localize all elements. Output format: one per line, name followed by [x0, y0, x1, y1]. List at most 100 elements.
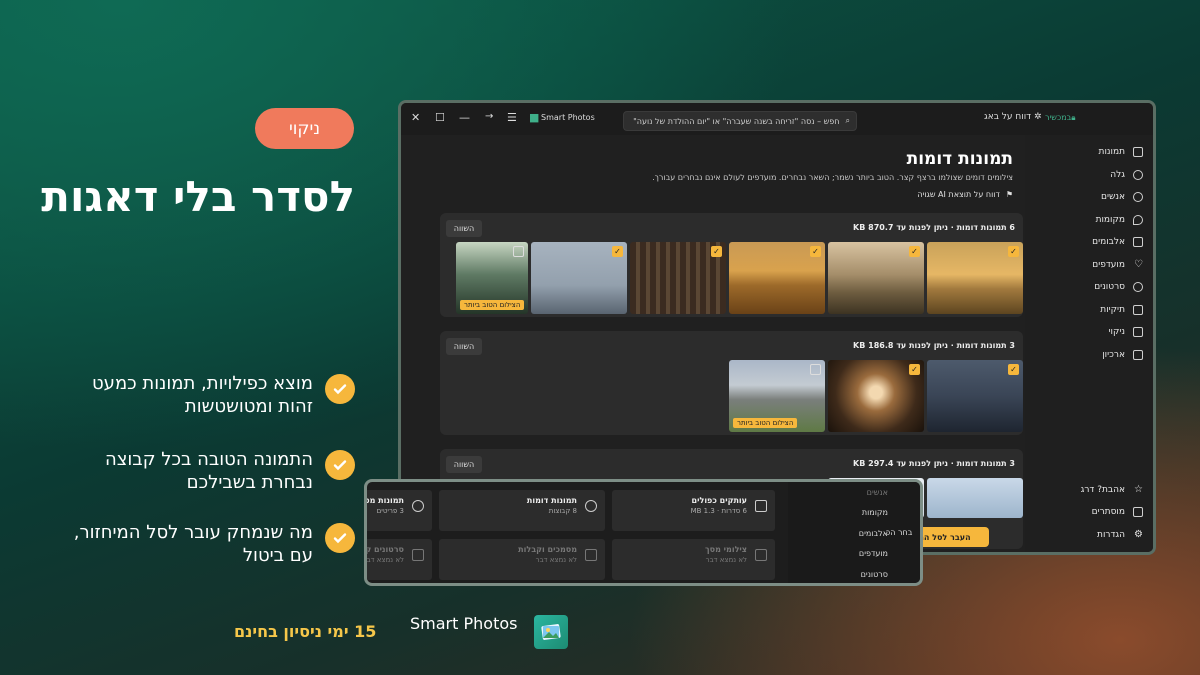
checkbox-checked[interactable]: ✓ [810, 246, 821, 257]
similar-group: 3 תמונות דומות · ניתן לפנות עד 186.8 KB … [440, 331, 1023, 435]
check-icon [325, 374, 355, 404]
documents-card[interactable]: מסמכים וקבלות לא נמצא דבר [439, 539, 605, 580]
card-subtitle: 6 סדרות · MB 1.3 [690, 507, 747, 515]
sidebar-item-albums[interactable]: אלבומים [1025, 231, 1153, 254]
star-icon: ☆ [1134, 483, 1143, 495]
checkbox-unchecked[interactable] [513, 246, 524, 257]
card-title: תמונות דומות [526, 496, 577, 505]
sidebar-item-folders[interactable]: תיקיות [1025, 299, 1153, 322]
screenshots-card[interactable]: צילומי מסך לא נמצא דבר [612, 539, 775, 580]
sidebar-item-videos[interactable]: סרטונים [1025, 276, 1153, 299]
page-subtitle: צילומים דומים שצולמו ברצף קצר. הטוב ביות… [652, 173, 1013, 182]
sidebar-item-photos[interactable]: תמונות [1025, 141, 1153, 164]
sidebar-item-discover[interactable]: גלה [1025, 164, 1153, 187]
category-pill: ניקוי [255, 108, 354, 149]
checkbox-checked[interactable]: ✓ [1008, 246, 1019, 257]
minimize-icon[interactable]: — [459, 111, 470, 124]
feature-text: מוצא כפילויות, תמונות כמעט זהות ומטושטשו… [92, 373, 313, 417]
short-videos-card[interactable]: סרטונים קר לא נמצא דבר [364, 539, 432, 580]
photo-thumb[interactable]: ✓ [927, 242, 1023, 314]
trash-icon [1133, 327, 1143, 338]
photo-thumb[interactable]: ✓ [630, 242, 726, 314]
duplicates-card[interactable]: עותקים כפולים 6 סדרות · MB 1.3 [612, 490, 775, 531]
photo-thumb[interactable]: ✓ [828, 360, 924, 432]
report-ai-link[interactable]: ⚑ דווח על תוצאת AI שגויה [917, 190, 1013, 199]
sidebar-item-label: מועדפים [1092, 259, 1125, 270]
search-input[interactable]: ⌕ חפש – נסה "זריחה בשנה שעברה" או "יום ה… [623, 111, 857, 131]
photo-thumb[interactable]: ✓ [927, 360, 1023, 432]
sidebar-item-favorites[interactable]: ♡ מועדפים [1025, 254, 1153, 277]
monitor-icon [755, 549, 767, 561]
sidebar-item-cleanup[interactable]: ניקוי [1025, 321, 1153, 344]
photo-thumb[interactable] [927, 478, 1023, 518]
photo-thumb-best[interactable]: הצילום הטוב ביותר [456, 242, 528, 314]
photo-thumb[interactable]: ✓ [828, 242, 924, 314]
photo-thumb[interactable]: ✓ [531, 242, 627, 314]
sidebar-item-label: מקומות [1095, 214, 1125, 225]
sidebar-item-rate[interactable]: ☆ אהבת? דרג [1025, 479, 1153, 502]
report-bug-label: דווח על באג [984, 112, 1032, 122]
sidebar-item-places[interactable]: מקומות [1025, 209, 1153, 232]
image-icon [1133, 147, 1143, 158]
card-subtitle: לא נמצא דבר [535, 556, 577, 564]
sidebar: תמונות גלה אנשים מקומות אלבומים ♡ מועדפים… [1025, 135, 1153, 552]
overlay-sidebar-item[interactable]: מקומות [788, 503, 920, 524]
app-name: Smart Photos [541, 113, 595, 122]
video-camera-icon [412, 549, 424, 561]
card-subtitle: 8 קבוצות [548, 507, 577, 515]
heart-icon: ♡ [1134, 258, 1143, 270]
close-icon[interactable]: ✕ [411, 111, 420, 124]
brand-name: Smart Photos [410, 614, 518, 633]
flag-icon: ⚑ [1005, 190, 1013, 199]
sidebar-item-hidden[interactable]: מוסתרים [1025, 501, 1153, 524]
checkbox-checked[interactable]: ✓ [909, 246, 920, 257]
sidebar-item-label: ארכיון [1102, 349, 1125, 360]
choose-all-button[interactable]: בחר הכ [886, 528, 912, 537]
group-title: 3 תמונות דומות · ניתן לפנות עד 186.8 KB [853, 341, 1015, 350]
search-placeholder: חפש – נסה "זריחה בשנה שעברה" או "יום ההו… [633, 116, 840, 126]
checkbox-checked[interactable]: ✓ [711, 246, 722, 257]
sidebar-item-label: סרטונים [1094, 282, 1125, 293]
overlay-sidebar-item[interactable]: אנשים [788, 482, 920, 503]
sidebar-item-people[interactable]: אנשים [1025, 186, 1153, 209]
compare-button[interactable]: השווה [446, 220, 482, 237]
app-icon: ■ [529, 111, 540, 124]
checkbox-checked[interactable]: ✓ [1008, 364, 1019, 375]
bug-icon: ✲ [1033, 112, 1042, 122]
lock-icon [1133, 507, 1143, 518]
eye-icon [412, 500, 424, 512]
report-bug-button[interactable]: ✲ דווח על באג [984, 112, 1042, 122]
sidebar-item-settings[interactable]: ⚙ הגדרות [1025, 524, 1153, 547]
checkbox-checked[interactable]: ✓ [612, 246, 623, 257]
sidebar-item-label: תיקיות [1100, 304, 1125, 315]
feature-item: מה שנמחק עובר לסל המיחזור, עם ביטול [55, 521, 355, 567]
brand: Smart Photos · [410, 614, 539, 633]
photo-thumb[interactable]: ✓ [729, 242, 825, 314]
sidebar-item-archive[interactable]: ארכיון [1025, 344, 1153, 367]
overlay-sidebar-item[interactable]: מועדפים [788, 544, 920, 565]
card-title: צילומי מסך [705, 545, 747, 554]
checkbox-unchecked[interactable] [810, 364, 821, 375]
best-shot-badge: הצילום הטוב ביותר [460, 300, 525, 310]
similar-card[interactable]: תמונות דומות 8 קבוצות [439, 490, 605, 531]
maximize-icon[interactable]: ☐ [435, 111, 445, 124]
compare-button[interactable]: השווה [446, 456, 482, 473]
blurry-card[interactable]: תמונות מט 3 פריטים [367, 490, 432, 531]
back-icon[interactable]: → [485, 111, 493, 122]
sidebar-item-label: אלבומים [1092, 237, 1125, 248]
similar-icon [585, 500, 597, 512]
similar-group: 6 תמונות דומות · ניתן לפנות עד 870.7 KB … [440, 213, 1023, 317]
group-title: 6 תמונות דומות · ניתן לפנות עד 870.7 KB [853, 223, 1015, 232]
overlay-sidebar-item[interactable]: סרטונים [788, 564, 920, 583]
photo-thumb-best[interactable]: הצילום הטוב ביותר [729, 360, 825, 432]
compare-button[interactable]: השווה [446, 338, 482, 355]
feature-item: מוצא כפילויות, תמונות כמעט זהות ומטושטשו… [55, 372, 355, 418]
check-icon [325, 450, 355, 480]
checkbox-checked[interactable]: ✓ [909, 364, 920, 375]
sidebar-item-label: אהבת? דרג [1080, 484, 1125, 495]
card-subtitle: לא נמצא דבר [364, 556, 404, 564]
gear-icon: ⚙ [1134, 528, 1143, 540]
menu-icon[interactable]: ☰ [507, 111, 517, 124]
sidebar-item-label: אנשים [1101, 192, 1125, 203]
search-icon: ⌕ [845, 116, 850, 125]
